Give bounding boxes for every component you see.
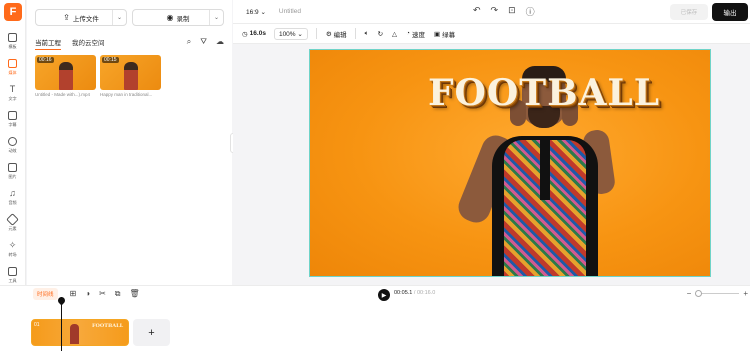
screenshot-icon[interactable]: ⊡ (508, 5, 516, 18)
volume-button[interactable]: 🔈︎ (365, 30, 369, 38)
rail-label: 音频 (8, 199, 17, 205)
rail-label: 工具 (8, 277, 17, 283)
rail-label: 图片 (8, 173, 17, 179)
upload-button[interactable]: ⇪ 上传文件 ⌄ (35, 9, 127, 26)
rail-item-audio[interactable]: ♫ 音频 (0, 184, 25, 210)
media-name: Happy man in traditional... (100, 92, 153, 97)
undo-icon[interactable]: ↶ (473, 5, 481, 18)
media-icon (8, 58, 17, 68)
rail-label: 媒体 (8, 69, 17, 75)
zoom-select[interactable]: 100% ⌄ (273, 27, 308, 40)
play-button[interactable]: ▶ (378, 289, 390, 301)
upload-label: 上传文件 (72, 15, 99, 23)
transition-icon: ✧ (8, 239, 17, 250)
green-screen-button[interactable]: ▣ 绿幕 (434, 29, 455, 39)
subtitle-icon (8, 110, 17, 120)
timeline-zoom: − + (687, 289, 748, 298)
clip-overlay-text: FOOTBALL (92, 323, 124, 329)
saved-status: 已保存 (670, 3, 708, 20)
zoom-out-icon[interactable]: − (687, 289, 692, 298)
effects-icon (8, 136, 17, 146)
speed-button[interactable]: ◔ 速度 (406, 29, 425, 39)
rail-label: 模板 (8, 43, 17, 49)
record-icon: ◉ (166, 13, 174, 22)
chevron-down-icon[interactable]: ⌄ (209, 10, 223, 25)
audio-icon: ♫ (9, 187, 16, 198)
rail-item-media[interactable]: 媒体 (0, 54, 25, 80)
text-icon: T (9, 83, 16, 94)
delete-icon[interactable]: 🗑︎ (129, 289, 139, 299)
time-display: 00:05.1 / 00:16.0 (394, 290, 436, 296)
top-bar: 16:9 ⌄ Untitled ↶ ↷ ⊡ ⓘ 已保存 输出 (233, 0, 750, 24)
left-rail: F 模板 媒体 T 文字 字幕 动效 图片 ♫ 音频 元素 ✧ 转场 工具 (0, 0, 26, 285)
rail-item-template[interactable]: 模板 (0, 28, 25, 54)
app-logo[interactable]: F (4, 3, 22, 21)
duration-badge: 00:16 (37, 57, 54, 63)
media-name: Untitled - Made with...).mp4 (35, 92, 91, 97)
rail-item-text[interactable]: T 文字 (0, 80, 25, 106)
rail-item-transition[interactable]: ✧ 转场 (0, 236, 25, 262)
filter-icon[interactable]: ⛛ (200, 37, 207, 47)
zoom-slider[interactable] (695, 289, 740, 297)
project-title[interactable]: Untitled (279, 8, 301, 15)
aspect-ratio-select[interactable]: 16:9 ⌄ (246, 8, 266, 16)
rail-label: 元素 (8, 225, 17, 231)
clock-icon: ◷ (242, 30, 248, 38)
green-screen-icon: ▣ (433, 30, 441, 38)
add-media-icon[interactable]: ⊞ (70, 289, 77, 299)
cloud-icon[interactable]: ☁ (216, 37, 224, 47)
flip-icon: △ (392, 30, 398, 38)
media-panel: ⇪ 上传文件 ⌄ ◉ 录制 ⌄ 当前工程 我的云空间 ⌕ ⛛ ☁ 00:16 U… (27, 0, 232, 285)
split-icon[interactable]: ◑ (85, 289, 90, 299)
upload-icon: ⇪ (63, 13, 70, 22)
edit-button[interactable]: ⚙ 编辑 (326, 29, 347, 39)
editor-toolbar: ◷ 16.0s 100% ⌄ ⚙ 编辑 🔈︎ ↻ △ ◔ 速度 ▣ 绿幕 (233, 24, 750, 44)
help-icon[interactable]: ⓘ (526, 5, 535, 18)
media-item[interactable]: 00:15 Happy man in traditional... (100, 55, 161, 97)
volume-icon: 🔈︎ (364, 29, 369, 37)
flip-button[interactable]: △ (392, 30, 397, 38)
timeline-badge[interactable]: 时间线 (33, 288, 58, 300)
export-button[interactable]: 输出 (712, 2, 748, 21)
rail-label: 动效 (8, 147, 17, 153)
record-label: 录制 (176, 15, 190, 23)
clip-number: 01 (34, 322, 40, 328)
redo-icon[interactable]: ↷ (491, 5, 499, 18)
rotate-button[interactable]: ↻ (378, 30, 383, 38)
duration-badge: 00:15 (102, 57, 119, 63)
video-clip[interactable]: 01 FOOTBALL (31, 319, 129, 346)
rail-item-subtitle[interactable]: 字幕 (0, 106, 25, 132)
template-icon (8, 32, 17, 42)
media-thumbnail: 00:16 (35, 55, 96, 90)
media-thumbnail: 00:15 (100, 55, 161, 90)
rail-item-effects[interactable]: 动效 (0, 132, 25, 158)
rail-label: 文字 (8, 95, 17, 101)
timeline-track: 01 FOOTBALL + (0, 302, 750, 351)
zoom-in-icon[interactable]: + (743, 289, 748, 298)
tab-cloud-space[interactable]: 我的云空间 (72, 37, 105, 50)
overlay-text[interactable]: FOOTBALL (428, 72, 660, 114)
sliders-icon: ⚙ (325, 30, 332, 38)
rotate-icon: ↻ (377, 30, 384, 38)
tab-current-project[interactable]: 当前工程 (35, 37, 61, 50)
timeline-controls: 时间线 ⊞ ◑ ✂ ⧉ 🗑︎ ▶ 00:05.1 / 00:16.0 − + (0, 285, 750, 302)
canvas-area: FOOTBALL (233, 44, 750, 285)
add-clip-button[interactable]: + (133, 319, 170, 346)
media-item[interactable]: 00:16 Untitled - Made with...).mp4 (35, 55, 96, 97)
copy-icon[interactable]: ⧉ (115, 289, 121, 299)
speed-icon: ◔ (406, 30, 410, 37)
search-icon[interactable]: ⌕ (187, 37, 191, 47)
tools-icon (8, 266, 17, 276)
scissors-icon[interactable]: ✂ (99, 289, 106, 299)
rail-item-image[interactable]: 图片 (0, 158, 25, 184)
rail-item-elements[interactable]: 元素 (0, 210, 25, 236)
rail-label: 字幕 (8, 121, 17, 127)
image-icon (8, 162, 17, 172)
video-preview[interactable]: FOOTBALL (309, 49, 711, 277)
record-button[interactable]: ◉ 录制 ⌄ (132, 9, 224, 26)
rail-label: 转场 (8, 251, 17, 257)
duration-control[interactable]: ◷ 16.0s (242, 30, 266, 38)
elements-icon (6, 212, 19, 226)
chevron-down-icon[interactable]: ⌄ (112, 10, 126, 25)
